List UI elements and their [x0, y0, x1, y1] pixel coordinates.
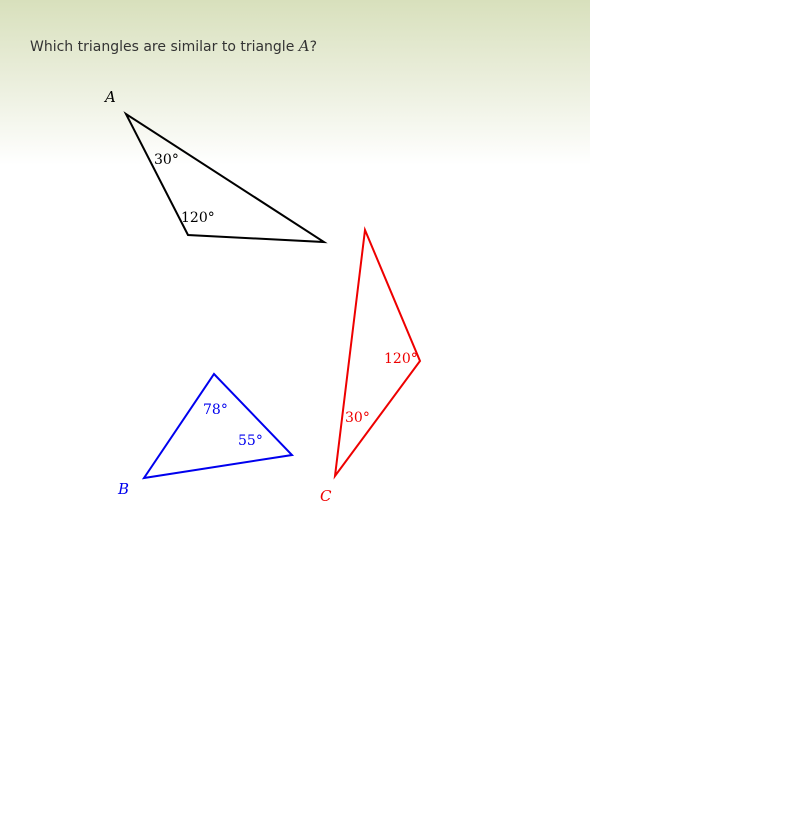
- triangle-b: B 78° 55°: [117, 372, 295, 498]
- triangle-a-label: A: [103, 88, 116, 106]
- triangle-c-angle-1: 120°: [384, 351, 418, 367]
- triangle-b-shape: [141, 372, 295, 480]
- triangle-b-angle-1: 78°: [203, 402, 228, 418]
- triangle-a-shape: [123, 111, 328, 244]
- triangle-a: A 30° 120°: [103, 88, 328, 244]
- triangle-a-angle-2: 120°: [181, 210, 215, 226]
- triangles-figure: A 30° 120° B 78° 55° C 120° 30°: [103, 88, 422, 505]
- triangle-c: C 120° 30°: [320, 226, 422, 505]
- triangle-b-label: B: [117, 480, 129, 498]
- triangle-a-angle-1: 30°: [154, 152, 179, 168]
- triangle-c-label: C: [320, 487, 332, 505]
- triangle-c-angle-2: 30°: [345, 410, 370, 426]
- triangle-b-angle-2: 55°: [238, 433, 263, 449]
